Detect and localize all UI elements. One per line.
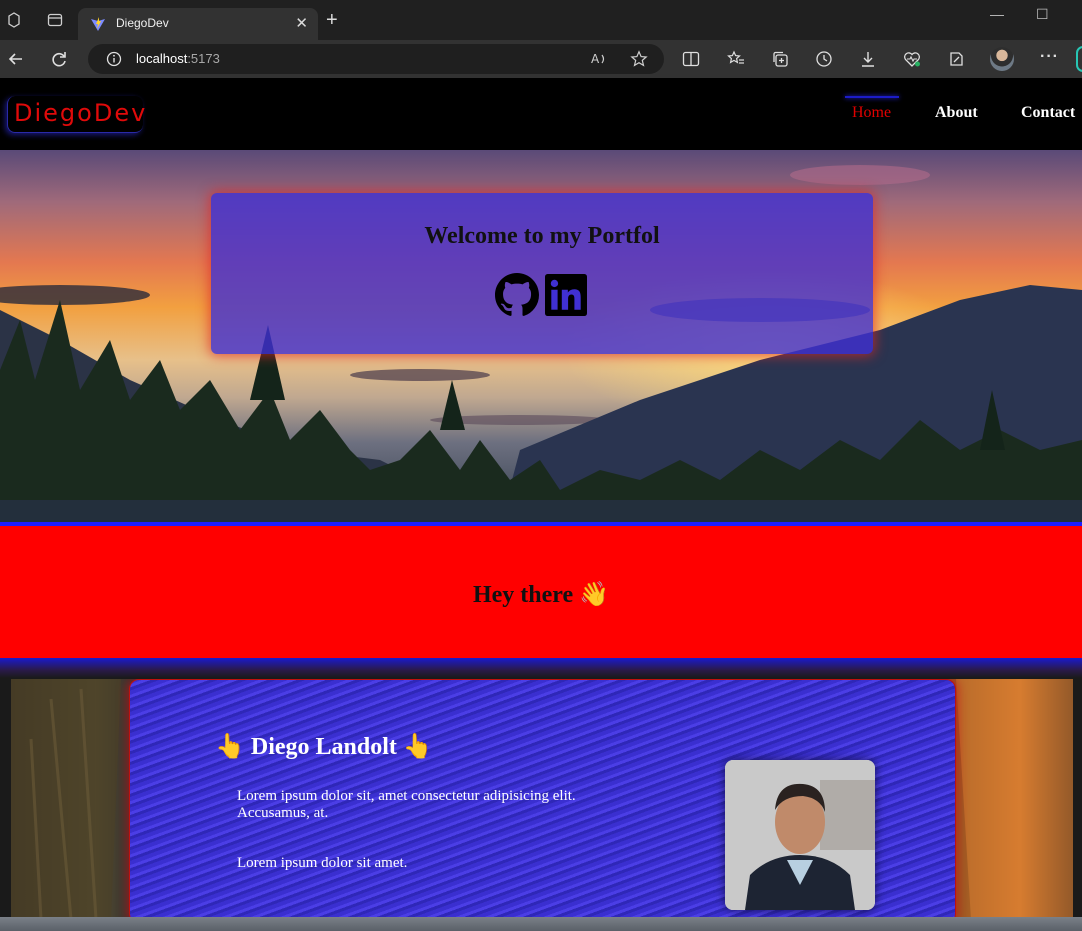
tab-actions-icon[interactable] [47,12,63,28]
logo-text: DiegoDev [14,99,148,127]
hero-section: Welcome to my Portfol [0,150,1082,525]
browser-tab-bar: DiegoDev ✕ + — ☐ [0,0,1082,40]
read-aloud-icon[interactable]: A [590,50,608,68]
split-screen-icon[interactable] [682,50,700,68]
profile-photo [725,760,875,910]
extensions-icon[interactable] [947,50,965,68]
linkedin-icon[interactable] [545,274,587,316]
workspaces-icon[interactable] [6,12,22,28]
greeting-section: Hey there 👋 [0,526,1082,658]
browser-essentials-icon[interactable] [903,50,921,68]
bottom-strip [0,917,1082,931]
downloads-icon[interactable] [859,50,877,68]
address-port: :5173 [187,51,220,66]
svg-text:A: A [591,52,600,66]
about-name-heading: 👆 Diego Landolt 👆 [215,734,433,760]
tab-title: DiegoDev [116,16,169,30]
browser-tab[interactable]: DiegoDev ✕ [78,8,318,40]
about-paragraph-1: Lorem ipsum dolor sit, amet consectetur … [237,788,576,821]
address-url: localhost:5173 [136,51,220,66]
minimize-button[interactable]: — [990,6,1004,22]
nav-contact-link[interactable]: Contact [1021,104,1075,122]
tab-close-icon[interactable]: ✕ [295,14,308,32]
back-arrow-icon[interactable] [6,49,26,69]
collections-icon[interactable] [771,50,789,68]
welcome-title: Welcome to my Portfol [424,223,660,249]
profile-photo-image [725,760,875,910]
browser-toolbar: localhost:5173 A ··· [0,40,1082,78]
welcome-card: Welcome to my Portfol [211,193,873,354]
maximize-button[interactable]: ☐ [1036,6,1049,23]
greeting-shadow [0,658,1082,678]
about-paragraph-2: Lorem ipsum dolor sit amet. [237,855,408,871]
favorite-star-icon[interactable] [630,50,648,68]
copilot-sidebar-icon[interactable] [1074,40,1082,78]
active-nav-indicator [845,96,899,98]
refresh-icon[interactable] [49,49,69,69]
history-icon[interactable] [815,50,833,68]
site-navbar: DiegoDev Home About Contact [0,78,1082,150]
new-tab-button[interactable]: + [326,10,338,30]
address-bar[interactable]: localhost:5173 A [88,44,664,74]
about-card: 👆 Diego Landolt 👆 Lorem ipsum dolor sit,… [129,679,956,919]
site-logo[interactable]: DiegoDev [7,96,145,133]
nav-home-link[interactable]: Home [852,104,891,122]
nav-about-link[interactable]: About [935,104,978,122]
about-section: 👆 Diego Landolt 👆 Lorem ipsum dolor sit,… [11,679,1073,919]
site-info-icon[interactable] [106,51,122,67]
profile-avatar[interactable] [990,47,1014,71]
vite-favicon-icon [91,17,105,31]
github-icon[interactable] [495,273,539,317]
web-page: DiegoDev Home About Contact Welcome to m [0,78,1082,931]
more-menu-icon[interactable]: ··· [1040,48,1059,66]
greeting-text: Hey there 👋 [472,582,610,608]
favorites-icon[interactable] [727,50,745,68]
